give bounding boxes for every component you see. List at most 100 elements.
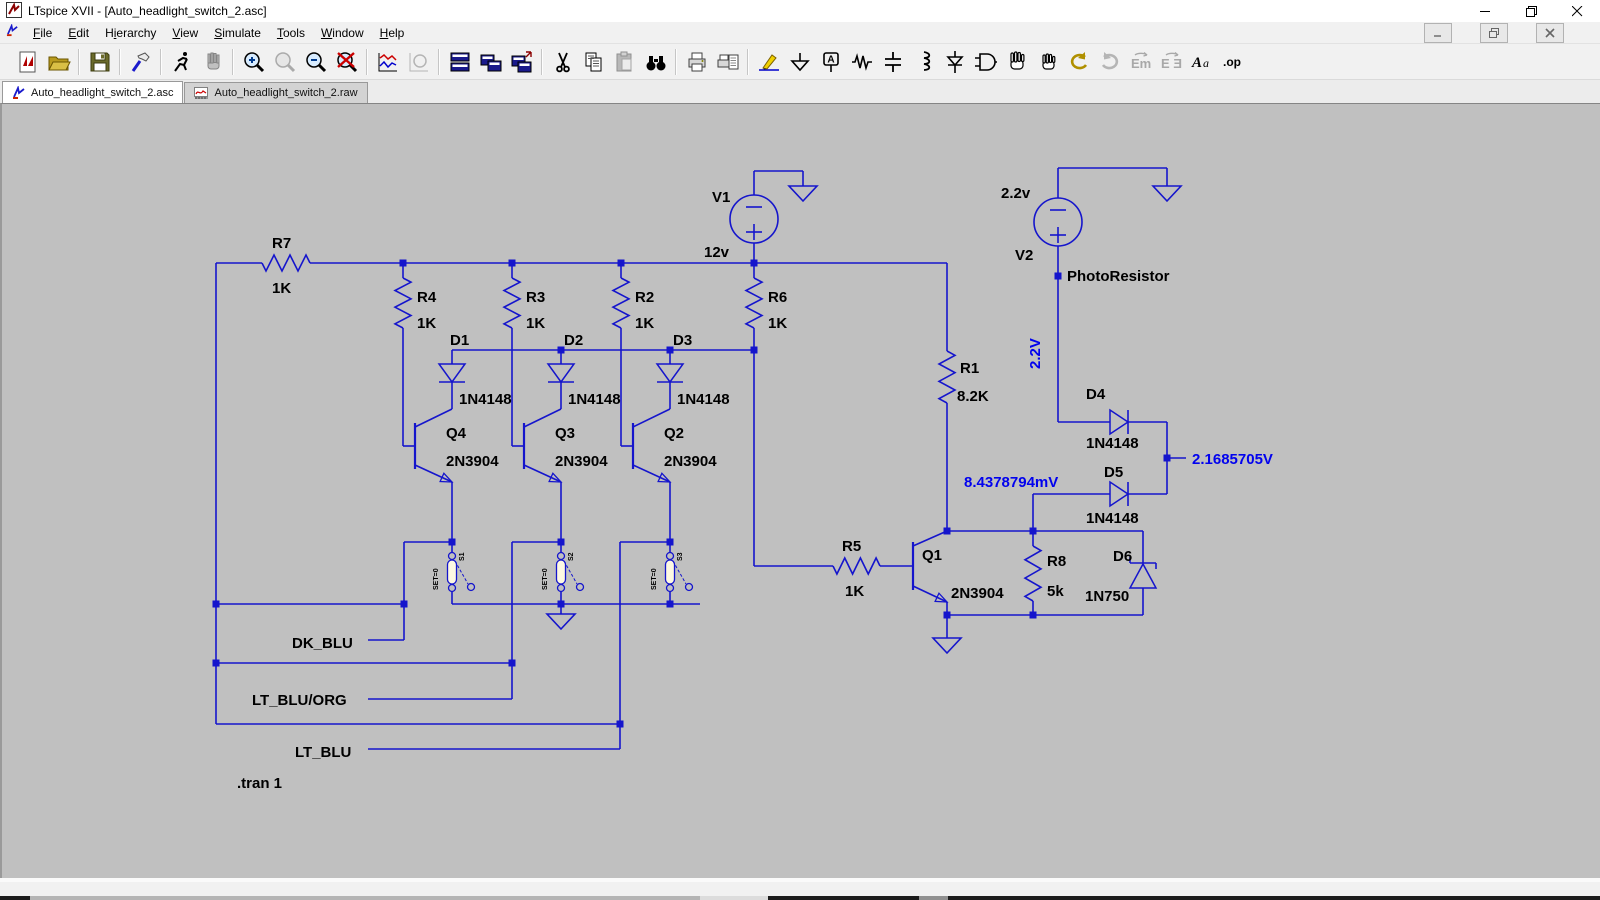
- schematic-label[interactable]: Q1: [922, 547, 942, 564]
- schematic-label[interactable]: Q3: [555, 425, 575, 442]
- schematic-label[interactable]: R6: [768, 289, 787, 306]
- rotate-button[interactable]: EE: [1156, 47, 1187, 77]
- minimize-button[interactable]: [1462, 0, 1508, 22]
- place-diode-button[interactable]: [939, 47, 970, 77]
- close-button[interactable]: [1554, 0, 1600, 22]
- mdi-close-button[interactable]: [1536, 23, 1564, 43]
- schematic-label[interactable]: 8.2K: [957, 388, 989, 405]
- component-Q1[interactable]: [913, 531, 947, 602]
- undo-button[interactable]: [1063, 47, 1094, 77]
- schematic-label[interactable]: 2N3904: [555, 453, 608, 470]
- component-Q4[interactable]: [415, 409, 452, 482]
- tab-waveform-raw[interactable]: Auto_headlight_switch_2.raw: [184, 82, 367, 103]
- spice-directive-button[interactable]: .op: [1218, 47, 1249, 77]
- component-R1[interactable]: [939, 351, 955, 403]
- schematic-label[interactable]: R8: [1047, 553, 1066, 570]
- place-resistor-button[interactable]: [846, 47, 877, 77]
- schematic-label[interactable]: 1K: [526, 315, 545, 332]
- tile-vertically-button[interactable]: [475, 47, 506, 77]
- save-button[interactable]: [84, 47, 115, 77]
- component-R8[interactable]: [1025, 546, 1041, 601]
- component-Q3[interactable]: [524, 409, 561, 482]
- schematic-label[interactable]: SET=0: [542, 568, 549, 590]
- schematic-label[interactable]: 5k: [1047, 583, 1064, 600]
- schematic-label[interactable]: 1N750: [1085, 588, 1129, 605]
- component-D2[interactable]: [548, 364, 574, 382]
- run-simulation-button[interactable]: [166, 47, 197, 77]
- schematic-label[interactable]: LT_BLU: [295, 744, 351, 761]
- component-D4[interactable]: [1110, 410, 1128, 434]
- place-inductor-button[interactable]: [908, 47, 939, 77]
- cut-button[interactable]: [547, 47, 578, 77]
- schematic-label[interactable]: 2.2v: [1001, 185, 1031, 202]
- schematic-label[interactable]: D5: [1104, 464, 1123, 481]
- schematic-label[interactable]: 1K: [272, 280, 291, 297]
- schematic-label[interactable]: SET=0: [651, 568, 658, 590]
- component-Q2[interactable]: [633, 409, 670, 482]
- schematic-label[interactable]: Q2: [664, 425, 684, 442]
- schematic-drawing[interactable]: R71KR41KR31KR21KR61KV112v2.2vV2PhotoResi…: [2, 104, 1600, 878]
- schematic-label[interactable]: R2: [635, 289, 654, 306]
- menu-simulate[interactable]: Simulate: [206, 24, 269, 42]
- find-button[interactable]: [640, 47, 671, 77]
- menu-help[interactable]: Help: [372, 24, 413, 42]
- open-file-button[interactable]: [43, 47, 74, 77]
- component-D5[interactable]: [1110, 482, 1128, 506]
- print-button[interactable]: [681, 47, 712, 77]
- place-ground-button[interactable]: [784, 47, 815, 77]
- schematic-label[interactable]: 1K: [845, 583, 864, 600]
- menu-file[interactable]: File: [25, 24, 60, 42]
- schematic-label[interactable]: 1N4148: [1086, 435, 1139, 452]
- autorange-y-axis-button[interactable]: [372, 47, 403, 77]
- menu-hierarchy[interactable]: Hierarchy: [97, 24, 164, 42]
- place-net-label-button[interactable]: A: [815, 47, 846, 77]
- schematic-label[interactable]: 1K: [768, 315, 787, 332]
- zoom-full-extents-button[interactable]: [331, 47, 362, 77]
- component-R7[interactable]: [262, 255, 310, 271]
- maximize-button[interactable]: [1508, 0, 1554, 22]
- schematic-label[interactable]: 1K: [635, 315, 654, 332]
- copy-button[interactable]: [578, 47, 609, 77]
- schematic-label[interactable]: 1N4148: [1086, 510, 1139, 527]
- schematic-label[interactable]: 1N4148: [568, 391, 621, 408]
- schematic-label[interactable]: LT_BLU/ORG: [252, 692, 347, 709]
- schematic-label[interactable]: R5: [842, 538, 861, 555]
- draw-wire-button[interactable]: [753, 47, 784, 77]
- schematic-label[interactable]: .tran 1: [237, 775, 282, 792]
- new-schematic-button[interactable]: [12, 47, 43, 77]
- component-V1[interactable]: [730, 195, 778, 243]
- schematic-label[interactable]: R3: [526, 289, 545, 306]
- schematic-label[interactable]: DK_BLU: [292, 635, 353, 652]
- schematic-label[interactable]: R1: [960, 360, 979, 377]
- zoom-out-button[interactable]: [300, 47, 331, 77]
- schematic-label[interactable]: S2: [568, 552, 575, 561]
- menu-tools[interactable]: Tools: [269, 24, 313, 42]
- schematic-label[interactable]: Q4: [446, 425, 467, 442]
- control-panel-button[interactable]: [125, 47, 156, 77]
- schematic-label[interactable]: D3: [673, 332, 692, 349]
- schematic-label[interactable]: 1N4148: [677, 391, 730, 408]
- move-button[interactable]: [1001, 47, 1032, 77]
- menu-view[interactable]: View: [164, 24, 206, 42]
- schematic-label[interactable]: R7: [272, 235, 291, 252]
- print-preview-button[interactable]: [712, 47, 743, 77]
- schematic-canvas[interactable]: R71KR41KR31KR21KR61KV112v2.2vV2PhotoResi…: [0, 103, 1600, 878]
- schematic-label[interactable]: S1: [459, 552, 466, 561]
- schematic-label[interactable]: 2.2V: [1027, 338, 1044, 369]
- schematic-label[interactable]: 2.1685705V: [1192, 451, 1273, 468]
- component-D3[interactable]: [657, 364, 683, 382]
- schematic-label[interactable]: 1N4148: [459, 391, 512, 408]
- component-R5[interactable]: [833, 558, 880, 574]
- schematic-label[interactable]: V2: [1015, 247, 1033, 264]
- schematic-label[interactable]: R4: [417, 289, 437, 306]
- component-R6[interactable]: [746, 278, 762, 328]
- schematic-label[interactable]: PhotoResistor: [1067, 268, 1170, 285]
- component-R4[interactable]: [395, 278, 411, 328]
- schematic-label[interactable]: SET=0: [433, 568, 440, 590]
- component-R3[interactable]: [504, 278, 520, 328]
- schematic-label[interactable]: 2N3904: [951, 585, 1004, 602]
- mdi-minimize-button[interactable]: [1424, 23, 1452, 43]
- place-capacitor-button[interactable]: [877, 47, 908, 77]
- menu-window[interactable]: Window: [313, 24, 372, 42]
- schematic-label[interactable]: 2N3904: [664, 453, 717, 470]
